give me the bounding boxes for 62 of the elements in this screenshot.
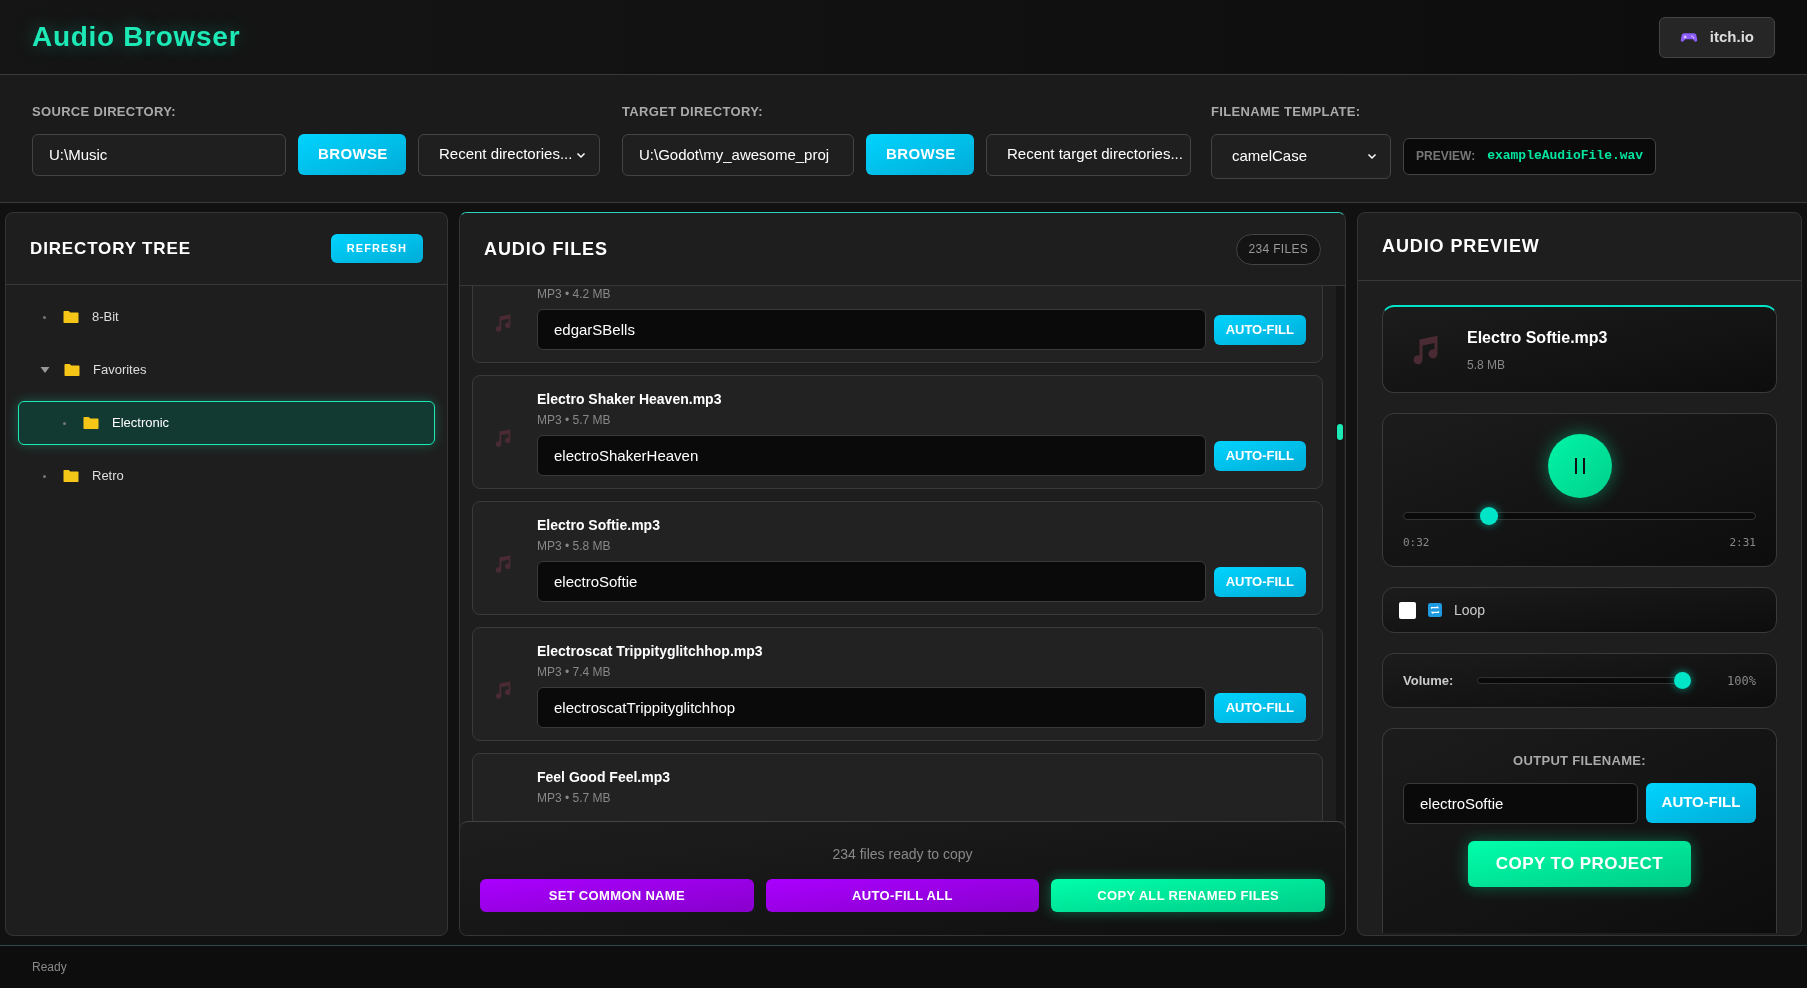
file-name: Electro Shaker Heaven.mp3	[537, 390, 723, 409]
preview-label: PREVIEW:	[1416, 148, 1476, 165]
track-size: 5.8 MB	[1467, 356, 1506, 374]
file-meta: MP3 • 5.7 MB	[537, 412, 612, 429]
bullet-icon	[43, 474, 46, 478]
folder-icon	[63, 361, 81, 379]
scrollbar-thumb[interactable]	[1337, 424, 1343, 440]
tree-item[interactable]: Favorites	[18, 348, 435, 392]
volume-reading: 100%	[1727, 672, 1756, 690]
field-label: TARGET DIRECTORY:	[622, 103, 764, 121]
field-label: FILENAME TEMPLATE:	[1211, 103, 1362, 121]
output-filename-field[interactable]: electroSoftie	[1403, 782, 1638, 824]
bullet-icon	[43, 315, 46, 319]
loop-label: Loop	[1454, 600, 1486, 620]
file-meta: MP3 • 5.7 MB	[537, 790, 612, 807]
seek-slider[interactable]	[1403, 507, 1756, 525]
track-name: Electro Softie.mp3	[1467, 327, 1608, 348]
template-dropdown[interactable]: camelCase	[1211, 133, 1391, 179]
recent-dropdown[interactable]: Recent target directories...	[986, 133, 1191, 176]
bullet-icon	[63, 421, 66, 425]
summary-text: 234 files ready to copy	[832, 845, 973, 864]
filename-field[interactable]: edgarSBells	[537, 309, 1206, 350]
itch-link[interactable]: itch.io	[1658, 16, 1775, 58]
action-button[interactable]: AUTO-FILL ALL	[765, 879, 1040, 912]
total-time: 2:31	[1729, 535, 1756, 551]
tree-item[interactable]: Electronic	[18, 401, 435, 445]
volume-label: Volume:	[1403, 671, 1454, 690]
folder-icon	[62, 308, 80, 326]
file-meta: MP3 • 5.8 MB	[537, 538, 612, 555]
file-meta: MP3 • 4.2 MB	[537, 286, 612, 303]
panel-title: AUDIO PREVIEW	[1382, 235, 1540, 258]
tree-item[interactable]: Retro	[18, 454, 435, 498]
action-button[interactable]: SET COMMON NAME	[480, 879, 754, 912]
folder-icon	[82, 414, 100, 432]
file-name: Electroscat Trippityglitchhop.mp3	[537, 642, 764, 661]
status-text: Ready	[32, 959, 67, 976]
loop-checkbox[interactable]	[1399, 601, 1416, 619]
volume-slider[interactable]	[1477, 672, 1692, 689]
panel-title: AUDIO FILES	[484, 237, 608, 261]
folder-icon	[62, 467, 80, 485]
repeat-icon	[1428, 603, 1442, 617]
file-name: Electro Softie.mp3	[537, 516, 661, 535]
panel-title: DIRECTORY TREE	[30, 237, 191, 260]
field-label: SOURCE DIRECTORY:	[32, 103, 177, 121]
source-field[interactable]: U:\Music	[32, 133, 286, 176]
target-field[interactable]: U:\Godot\my_awesome_proj	[622, 133, 854, 176]
filename-field[interactable]: electroscatTrippityglitchhop	[537, 687, 1206, 728]
filename-field[interactable]: electroShakerHeaven	[537, 435, 1206, 476]
seek-thumb[interactable]	[1480, 507, 1499, 525]
volume-thumb[interactable]	[1674, 672, 1692, 689]
app-title: Audio Browser	[32, 20, 241, 54]
scrollbar[interactable]	[1336, 286, 1344, 821]
recent-dropdown[interactable]: Recent directories...	[418, 133, 600, 176]
file-meta: MP3 • 7.4 MB	[537, 664, 612, 681]
current-time: 0:32	[1403, 535, 1430, 551]
tree-item[interactable]: 8-Bit	[18, 295, 435, 339]
pause-button[interactable]	[1547, 434, 1612, 498]
filename-field[interactable]: electroSoftie	[537, 561, 1206, 602]
file-name: Feel Good Feel.mp3	[537, 768, 672, 787]
preview-filename: exampleAudioFile.wav	[1487, 147, 1644, 166]
file-count-badge: 234 FILES	[1235, 233, 1321, 265]
output-label: OUTPUT FILENAME:	[1513, 752, 1646, 770]
